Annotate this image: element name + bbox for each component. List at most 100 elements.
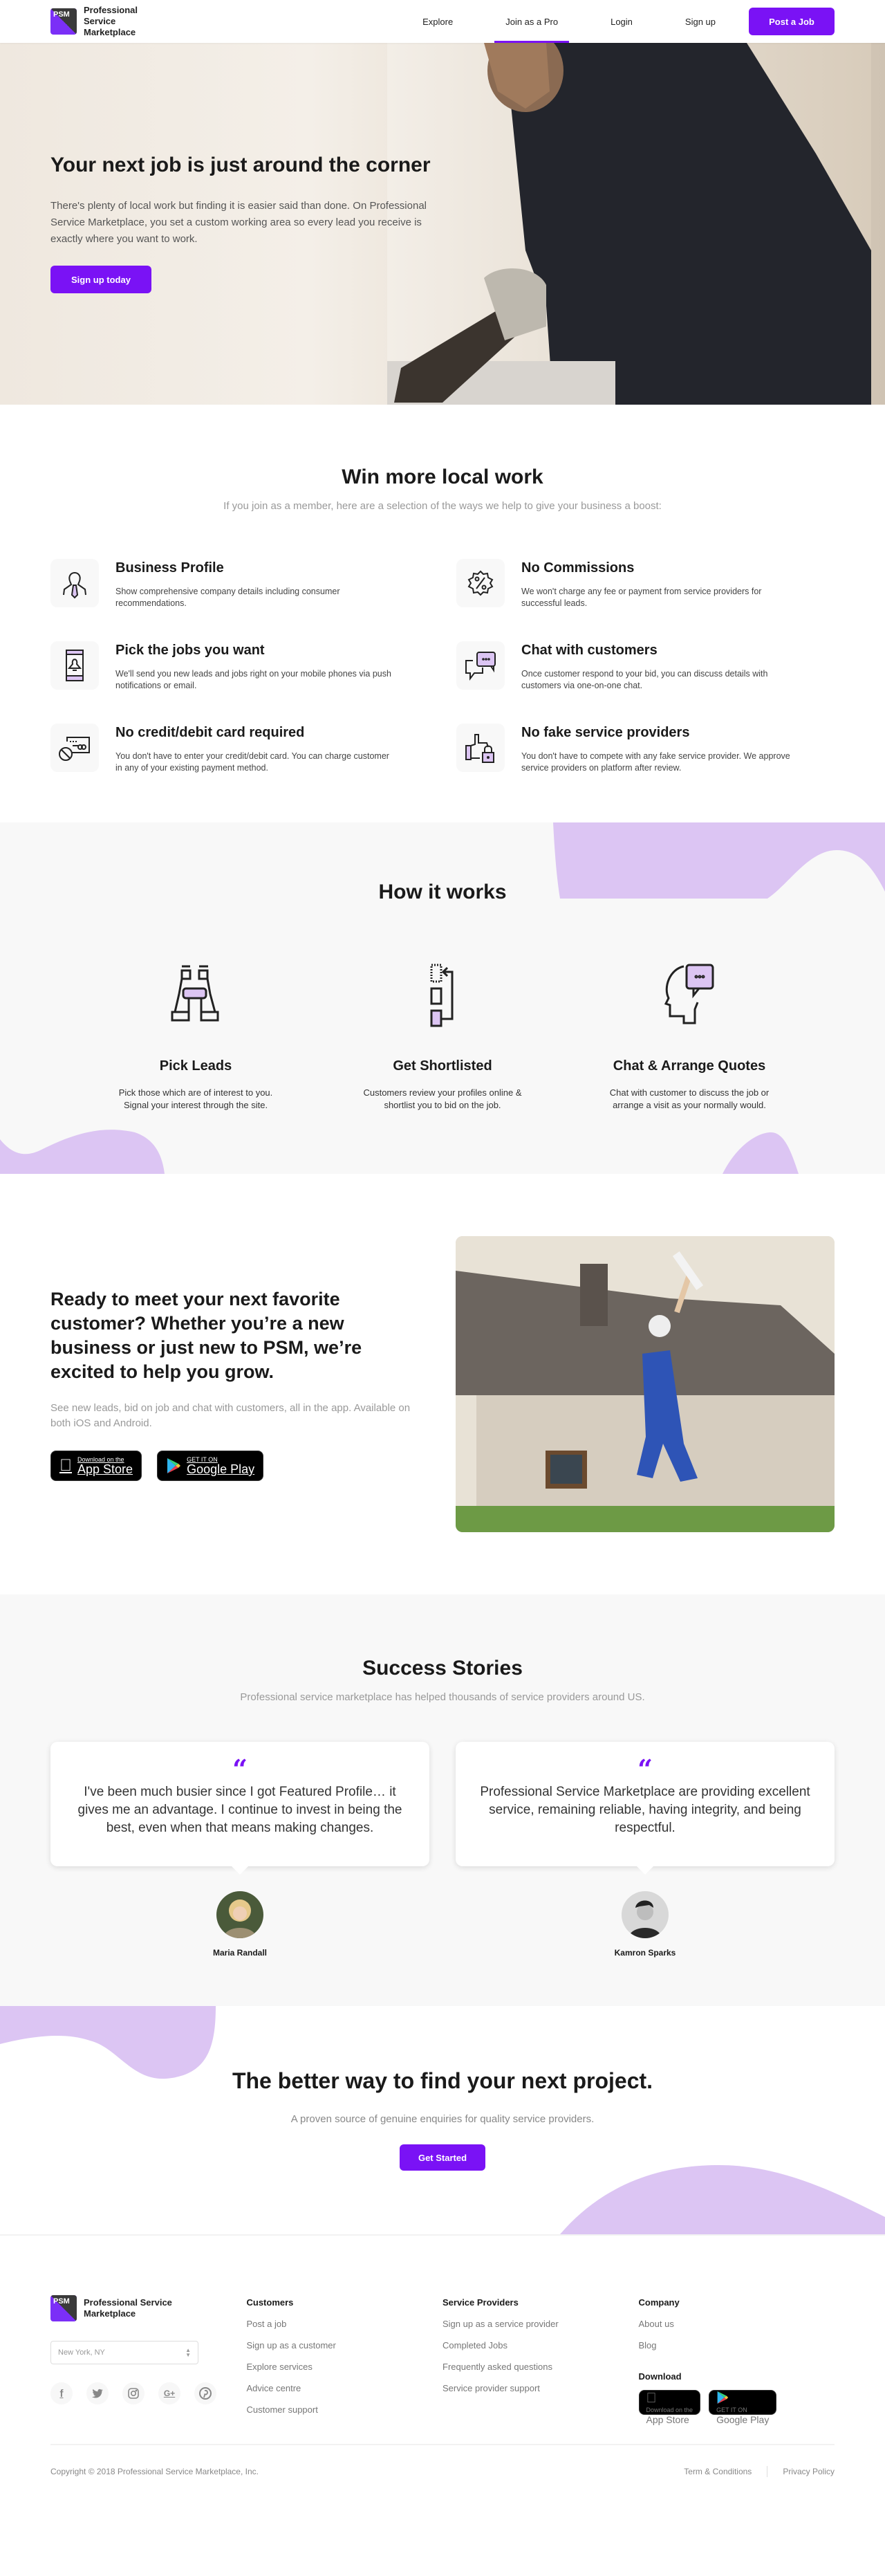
footer-link[interactable]: Customer support <box>247 2404 443 2415</box>
testimonial: “ I've been much busier since I got Feat… <box>50 1742 429 1958</box>
feature-title: No credit/debit card required <box>115 725 305 740</box>
footer-link[interactable]: Service provider support <box>442 2383 639 2393</box>
footer-column-service-providers: Service Providers Sign up as a service p… <box>442 2295 639 2426</box>
apple-icon:  <box>59 1456 72 1475</box>
testimonial-text: Professional Service Marketplace are pro… <box>480 1785 810 1835</box>
footer-link[interactable]: Blog <box>639 2340 835 2350</box>
step-item: Pick Leads Pick those which are of inter… <box>92 959 299 1112</box>
testimonial-text: I've been much busier since I got Featur… <box>77 1785 402 1835</box>
head-chat-icon <box>664 964 714 1024</box>
app-store-big: App Store <box>646 2413 693 2426</box>
location-select[interactable]: New York, NY ▲ ▼ <box>50 2341 198 2364</box>
footer-link[interactable]: Completed Jobs <box>442 2340 639 2350</box>
decorative-blob <box>560 2165 885 2234</box>
footer-link[interactable]: Sign up as a service provider <box>442 2319 639 2329</box>
feature-text: We won't charge any fee or payment from … <box>521 587 762 608</box>
footer-link[interactable]: About us <box>639 2319 835 2329</box>
footer-app-store-badge[interactable]:  Download on theApp Store <box>638 2390 701 2425</box>
google-play-icon <box>717 2391 729 2404</box>
step-title: Pick Leads <box>159 1058 232 1074</box>
mobile-profile-icon <box>50 641 99 690</box>
feature-item: No credit/debit card required You don't h… <box>50 724 429 774</box>
feature-text: We'll send you new leads and jobs right … <box>115 669 391 690</box>
feature-item: Pick the jobs you want We'll send you new… <box>50 641 429 692</box>
google-play-big: Google Play <box>174 1462 254 1476</box>
step-text: Customers review your profiles online & … <box>363 1087 522 1110</box>
feature-grid: Business Profile Show comprehensive compa… <box>50 559 835 774</box>
footer-link[interactable]: Post a job <box>247 2319 443 2329</box>
get-started-button[interactable]: Get Started <box>400 2144 485 2171</box>
binoculars-icon <box>171 965 219 1022</box>
stories-title: Success Stories <box>362 1657 523 1680</box>
post-job-button[interactable]: Post a Job <box>749 8 835 35</box>
download-title: Download <box>638 2371 682 2382</box>
no-card-icon <box>50 724 99 772</box>
shortlist-icon <box>430 964 454 1027</box>
feature-title: Chat with customers <box>521 643 658 658</box>
decorative-blob <box>0 1130 165 1174</box>
google-play-small: GET IT ON <box>716 2407 747 2413</box>
feature-text: You don't have to compete with any fake … <box>521 751 790 773</box>
win-title: Win more local work <box>342 466 543 488</box>
win-more-section: Win more local work If you join as a mem… <box>0 405 885 822</box>
nav-join-as-pro[interactable]: Join as a Pro <box>479 0 584 43</box>
avatar <box>622 1891 669 1938</box>
app-title: Ready to meet your next favorite custome… <box>50 1289 362 1382</box>
testimonial-name: Kamron Sparks <box>614 1948 676 1958</box>
stories-subtitle: Professional service marketplace has hel… <box>240 1691 645 1703</box>
logo-mark-text: PSM <box>53 2297 70 2306</box>
win-subtitle: If you join as a member, here are a sele… <box>223 500 662 512</box>
footer-link[interactable]: Frequently asked questions <box>442 2362 639 2372</box>
main-nav: Explore Join as a Pro Login Sign up Post… <box>396 0 835 43</box>
cta-section: The better way to find your next project… <box>0 2006 885 2234</box>
steps-list: Pick Leads Pick those which are of inter… <box>50 959 835 1112</box>
decorative-blob <box>723 1132 799 1174</box>
success-stories-section: Success Stories Professional service mar… <box>0 1594 885 2006</box>
quote-icon: “ <box>637 1754 653 1785</box>
thumbs-up-lock-icon <box>456 724 505 772</box>
footer-google-play-badge[interactable]: GET IT ON Google Play <box>709 2390 777 2425</box>
instagram-icon[interactable] <box>122 2382 145 2404</box>
select-arrows-icon: ▲ ▼ <box>185 2347 191 2358</box>
footer-bottom: Copyright © 2018 Professional Service Ma… <box>50 2444 835 2512</box>
twitter-icon[interactable] <box>86 2382 109 2404</box>
step-item: Get Shortlisted Customers review your pr… <box>339 959 546 1112</box>
nav-explore[interactable]: Explore <box>396 0 479 43</box>
social-links: f G+ <box>50 2382 247 2404</box>
app-store-badge[interactable]:  Download on theApp Store <box>50 1451 142 1481</box>
pinterest-icon[interactable] <box>194 2382 216 2404</box>
footer-link[interactable]: Advice centre <box>247 2383 443 2393</box>
nav-login[interactable]: Login <box>584 0 659 43</box>
footer-link[interactable]: Sign up as a customer <box>247 2340 443 2350</box>
footer-logo[interactable]: PSM Professional Service Marketplace <box>50 2295 247 2321</box>
feature-item: Chat with customers Once customer respond… <box>456 641 835 692</box>
sign-up-today-button[interactable]: Sign up today <box>50 266 151 293</box>
footer-link[interactable]: Explore services <box>247 2362 443 2372</box>
google-play-badge[interactable]: GET IT ON Google Play <box>157 1451 264 1481</box>
logo[interactable]: PSM Professional Service Marketplace <box>50 5 167 38</box>
privacy-link[interactable]: Privacy Policy <box>783 2467 835 2476</box>
nav-sign-up[interactable]: Sign up <box>659 0 742 43</box>
how-it-works-section: How it works Pick Leads Pick those which… <box>0 822 885 1174</box>
step-item: Chat & Arrange Quotes Chat with customer… <box>586 959 793 1112</box>
google-play-big: Google Play <box>716 2414 770 2425</box>
testimonial-card: “ I've been much busier since I got Feat… <box>50 1742 429 1875</box>
feature-item: No fake service providers You don't have … <box>456 724 835 774</box>
terms-link[interactable]: Term & Conditions <box>684 2467 752 2476</box>
quote-icon: “ <box>232 1754 248 1785</box>
google-plus-icon[interactable]: G+ <box>158 2382 180 2404</box>
logo-mark-text: PSM <box>53 10 70 19</box>
testimonial-name: Maria Randall <box>212 1948 268 1958</box>
step-text: Pick those which are of interest to you.… <box>118 1087 273 1110</box>
hero-title: Your next job is just around the corner <box>50 154 431 176</box>
feature-title: No Commissions <box>521 560 635 576</box>
step-title: Chat & Arrange Quotes <box>613 1058 766 1074</box>
footer-column-company: Company About us Blog Download  Downloa… <box>638 2295 835 2426</box>
chat-bubbles-icon <box>456 641 505 690</box>
feature-title: Business Profile <box>115 560 224 576</box>
feature-item: No Commissions We won't charge any fee or… <box>456 559 835 609</box>
testimonial: “ Professional Service Marketplace are p… <box>456 1742 835 1958</box>
how-title: How it works <box>378 881 507 903</box>
facebook-icon[interactable]: f <box>50 2382 73 2404</box>
business-profile-icon <box>50 559 99 607</box>
